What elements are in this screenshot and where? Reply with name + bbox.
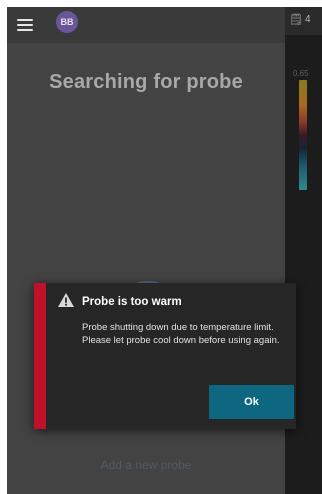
probe-search-status: Searching for probe <box>49 71 243 93</box>
add-new-probe-link[interactable]: Add a new probe <box>7 458 285 472</box>
hamburger-menu-icon[interactable] <box>15 15 35 35</box>
dialog-title: Probe is too warm <box>82 296 182 308</box>
probe-count: 4 <box>305 14 311 25</box>
user-avatar[interactable]: BB <box>56 11 78 33</box>
ok-button[interactable]: Ok <box>209 385 294 419</box>
warning-icon <box>58 293 74 307</box>
scale-value: 0.65 <box>293 69 309 78</box>
dialog-message: Probe shutting down due to temperature l… <box>82 322 280 346</box>
probe-battery-icon: 🗒 <box>289 14 303 26</box>
imaging-panel-header: 🗒 4 <box>285 7 322 35</box>
color-scale-bar <box>299 80 307 190</box>
app-window: BB Searching for probe Add a new probe 🗒… <box>7 7 322 494</box>
dialog-accent-bar <box>34 283 46 429</box>
drawer-header: BB <box>7 7 285 43</box>
warning-dialog: Probe is too warm Probe shutting down du… <box>34 283 296 429</box>
